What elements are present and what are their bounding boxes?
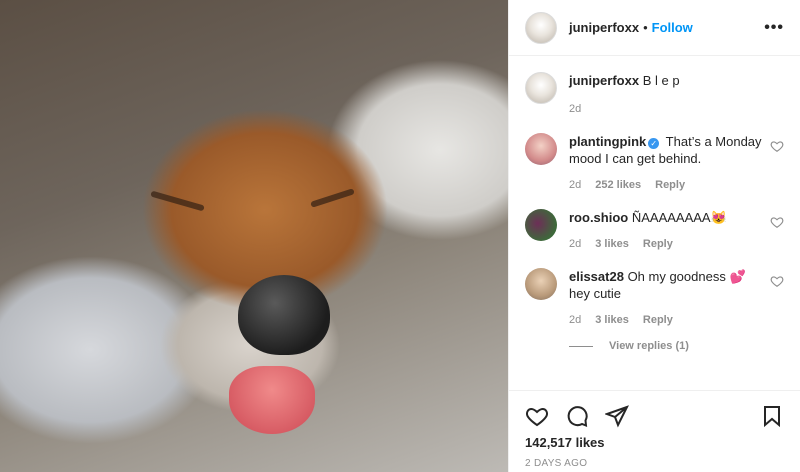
comment-body: roo.shioo ÑAAAAAAAA😻 2d 3 likes Reply — [569, 209, 762, 250]
fox-tongue — [229, 366, 315, 434]
reply-button[interactable]: Reply — [643, 238, 673, 250]
caption-content: B l e p — [642, 73, 680, 88]
commenter-avatar[interactable] — [525, 133, 557, 165]
post-photo[interactable] — [0, 0, 508, 472]
comment-username[interactable]: plantingpink — [569, 134, 646, 149]
post-modal: juniperfoxx • Follow ••• juniperfoxx B l… — [0, 0, 800, 472]
view-replies-button[interactable]: View replies (1) — [569, 340, 784, 352]
caption-body: juniperfoxx B l e p 2d — [569, 72, 784, 115]
action-icons — [525, 399, 784, 433]
heart-icon[interactable] — [525, 404, 549, 428]
comment-likes[interactable]: 252 likes — [595, 179, 641, 191]
caption: juniperfoxx B l e p 2d — [525, 72, 784, 115]
comment-text: plantingpink ✓ That’s a Monday mood I can… — [569, 133, 762, 167]
commenter-avatar[interactable] — [525, 268, 557, 300]
view-replies-label: View replies (1) — [609, 340, 689, 352]
comment-item: plantingpink ✓ That’s a Monday mood I can… — [525, 133, 784, 191]
comment-username[interactable]: elissat28 — [569, 269, 624, 284]
comment-likes[interactable]: 3 likes — [595, 238, 629, 250]
owner-username[interactable]: juniperfoxx — [569, 20, 639, 35]
share-icon[interactable] — [605, 404, 629, 428]
comment-likes[interactable]: 3 likes — [595, 314, 629, 326]
caption-avatar[interactable] — [525, 72, 557, 104]
comment-icon[interactable] — [565, 404, 589, 428]
comment-age: 2d — [569, 179, 582, 191]
caption-meta: 2d — [569, 103, 784, 115]
verified-badge-icon: ✓ — [648, 138, 660, 149]
comment-text: roo.shioo ÑAAAAAAAA😻 — [569, 209, 762, 226]
more-options-button[interactable]: ••• — [764, 19, 784, 37]
comment-heart-icon[interactable] — [770, 215, 784, 229]
comment-age: 2d — [569, 238, 582, 250]
comment-item: roo.shioo ÑAAAAAAAA😻 2d 3 likes Reply — [525, 209, 784, 250]
replies-divider — [569, 345, 593, 347]
comment-meta: 2d 3 likes Reply — [569, 314, 762, 326]
fox-eye-left — [150, 190, 205, 212]
reply-button[interactable]: Reply — [643, 314, 673, 326]
post-header: juniperfoxx • Follow ••• — [509, 0, 800, 56]
header-info: juniperfoxx • Follow — [569, 20, 693, 35]
follow-button[interactable]: Follow — [652, 20, 693, 35]
bookmark-icon[interactable] — [760, 404, 784, 428]
owner-avatar[interactable] — [525, 11, 557, 44]
posted-time: 2 DAYS AGO — [525, 458, 588, 469]
caption-age: 2d — [569, 103, 582, 115]
comment-age: 2d — [569, 314, 582, 326]
reply-button[interactable]: Reply — [655, 179, 685, 191]
comment-heart-icon[interactable] — [770, 139, 784, 153]
comment-content: ÑAAAAAAAA😻 — [631, 210, 727, 225]
post-actions: 142,517 likes 2 DAYS AGO — [509, 390, 800, 472]
caption-username[interactable]: juniperfoxx — [569, 73, 639, 88]
commenter-avatar[interactable] — [525, 209, 557, 241]
comment-meta: 2d 3 likes Reply — [569, 238, 762, 250]
comment-meta: 2d 252 likes Reply — [569, 179, 762, 191]
post-side-panel: juniperfoxx • Follow ••• juniperfoxx B l… — [508, 0, 800, 472]
fox-eye-right — [310, 188, 355, 208]
separator-dot: • — [643, 20, 648, 35]
comment-body: plantingpink ✓ That’s a Monday mood I can… — [569, 133, 762, 191]
comment-item: elissat28 Oh my goodness 💕 hey cutie 2d … — [525, 268, 784, 326]
comment-username[interactable]: roo.shioo — [569, 210, 628, 225]
fox-nose — [238, 275, 330, 355]
comment-text: elissat28 Oh my goodness 💕 hey cutie — [569, 268, 762, 302]
caption-text: juniperfoxx B l e p — [569, 72, 784, 89]
likes-count[interactable]: 142,517 likes — [525, 435, 784, 450]
comment-body: elissat28 Oh my goodness 💕 hey cutie 2d … — [569, 268, 762, 326]
comment-heart-icon[interactable] — [770, 274, 784, 288]
comments-list[interactable]: juniperfoxx B l e p 2d plantingpink ✓ Tha… — [509, 56, 800, 390]
